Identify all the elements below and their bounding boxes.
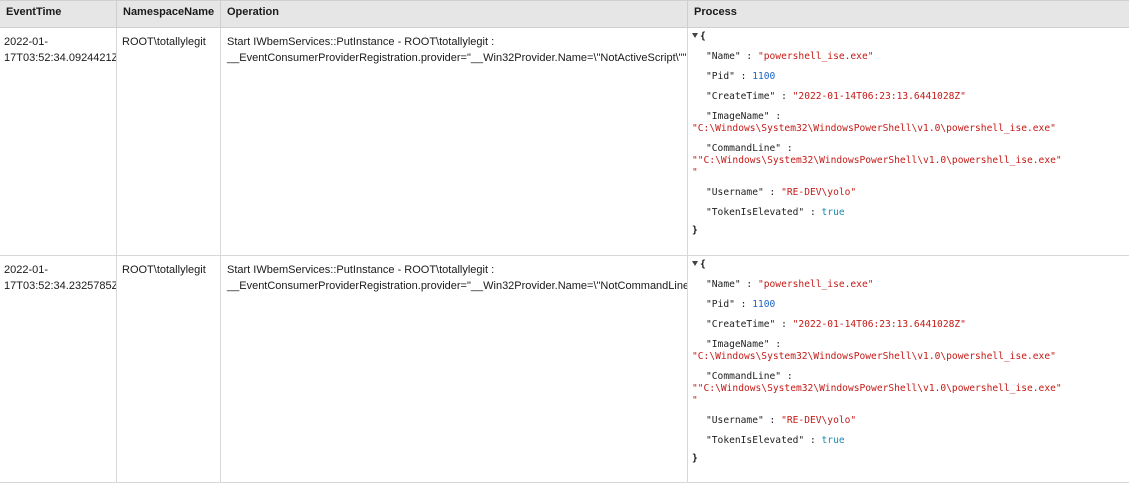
json-value: " [692, 167, 698, 178]
json-field-commandline: "CommandLine" : ""C:\Windows\System32\Wi… [692, 371, 1129, 407]
json-open-brace: { [700, 31, 706, 42]
operation-line: __EventConsumerProviderRegistration.prov… [227, 280, 688, 292]
json-field-commandline: "CommandLine" : ""C:\Windows\System32\Wi… [692, 143, 1129, 179]
operation-line: Start IWbemServices::PutInstance - ROOT\… [227, 36, 495, 48]
operation-cell: Start IWbemServices::PutInstance - ROOT\… [221, 256, 688, 482]
json-field-imagename: "ImageName" : "C:\Windows\System32\Windo… [692, 339, 1129, 363]
json-field-pid: "Pid" : 1100 [706, 71, 776, 82]
operation-line: __EventConsumerProviderRegistration.prov… [227, 52, 687, 64]
column-header-process[interactable]: Process [688, 1, 1129, 27]
eventtime-line: 2022-01- [4, 264, 49, 276]
table-row[interactable]: 2022-01- 17T03:52:34.2325785Z ROOT\total… [0, 256, 1129, 483]
eventtime-line: 17T03:52:34.0924421Z [4, 52, 117, 64]
json-value: ""C:\Windows\System32\WindowsPowerShell\… [692, 383, 1062, 394]
table-row[interactable]: 2022-01- 17T03:52:34.0924421Z ROOT\total… [0, 28, 1129, 256]
json-field-username: "Username" : "RE-DEV\yolo" [706, 187, 857, 198]
operation-cell: Start IWbemServices::PutInstance - ROOT\… [221, 28, 688, 255]
collapse-triangle-icon[interactable] [692, 33, 698, 38]
json-field-name: "Name" : "powershell_ise.exe" [706, 279, 874, 290]
process-json-cell: { "Name" : "powershell_ise.exe" "Pid" : … [688, 256, 1129, 482]
json-open-brace: { [700, 259, 706, 270]
json-value: " [692, 395, 698, 406]
eventtime-line: 2022-01- [4, 36, 49, 48]
column-header-namespacename[interactable]: NamespaceName [117, 1, 221, 27]
json-value: "C:\Windows\System32\WindowsPowerShell\v… [692, 123, 1056, 134]
table-header: EventTime NamespaceName Operation Proces… [0, 1, 1129, 28]
json-field-tokeniselevated: "TokenIsElevated" : true [706, 207, 845, 218]
json-field-createtime: "CreateTime" : "2022-01-14T06:23:13.6441… [706, 91, 966, 102]
json-close-brace: } [692, 225, 698, 236]
operation-line: Start IWbemServices::PutInstance - ROOT\… [227, 264, 495, 276]
json-close-brace: } [692, 453, 698, 464]
json-field-username: "Username" : "RE-DEV\yolo" [706, 415, 857, 426]
eventtime-line: 17T03:52:34.2325785Z [4, 280, 117, 292]
json-field-pid: "Pid" : 1100 [706, 299, 776, 310]
eventtime-cell: 2022-01- 17T03:52:34.0924421Z [0, 28, 117, 255]
json-field-imagename: "ImageName" : "C:\Windows\System32\Windo… [692, 111, 1129, 135]
json-field-name: "Name" : "powershell_ise.exe" [706, 51, 874, 62]
eventtime-cell: 2022-01- 17T03:52:34.2325785Z [0, 256, 117, 482]
process-json-cell: { "Name" : "powershell_ise.exe" "Pid" : … [688, 28, 1129, 255]
column-header-eventtime[interactable]: EventTime [0, 1, 117, 27]
json-value: "C:\Windows\System32\WindowsPowerShell\v… [692, 351, 1056, 362]
namespace-cell: ROOT\totallylegit [117, 28, 221, 255]
column-header-operation[interactable]: Operation [221, 1, 688, 27]
json-field-tokeniselevated: "TokenIsElevated" : true [706, 435, 845, 446]
json-value: ""C:\Windows\System32\WindowsPowerShell\… [692, 155, 1062, 166]
results-table: EventTime NamespaceName Operation Proces… [0, 0, 1129, 483]
namespace-cell: ROOT\totallylegit [117, 256, 221, 482]
json-field-createtime: "CreateTime" : "2022-01-14T06:23:13.6441… [706, 319, 966, 330]
collapse-triangle-icon[interactable] [692, 261, 698, 266]
